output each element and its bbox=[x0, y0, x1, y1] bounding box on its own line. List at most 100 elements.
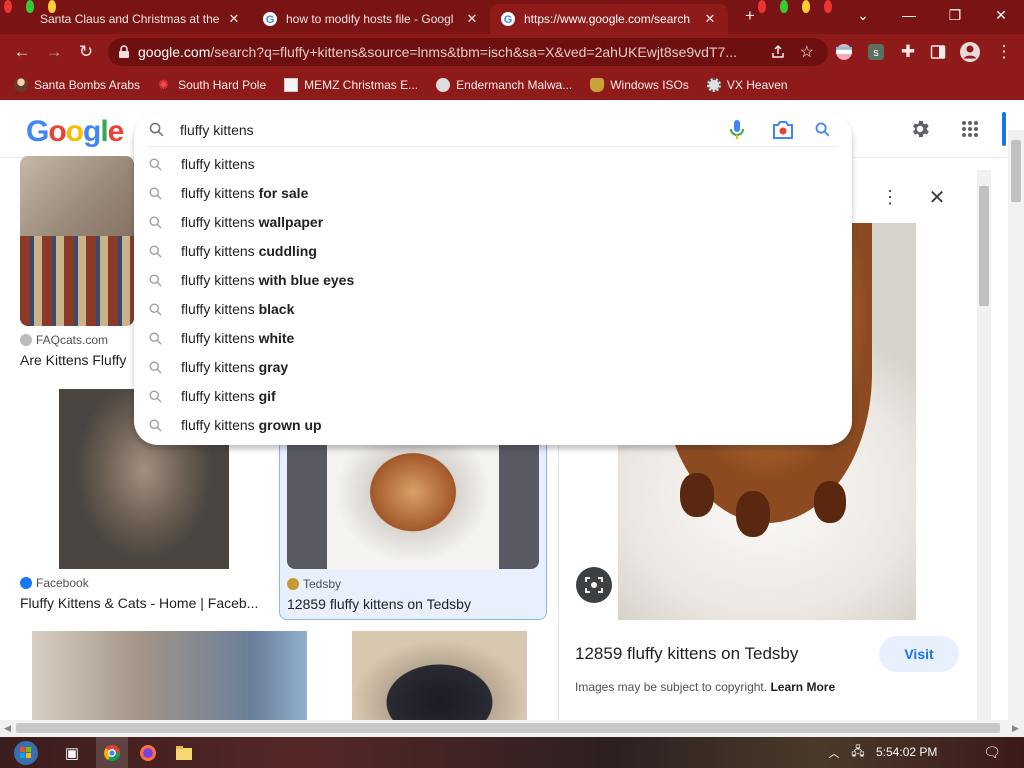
horizontal-scrollbar[interactable]: ◀ ▶ bbox=[0, 720, 1024, 737]
action-center-icon[interactable]: 🗨 bbox=[978, 737, 1006, 768]
search-input[interactable] bbox=[180, 119, 720, 141]
reload-icon[interactable]: ↻ bbox=[72, 38, 100, 66]
taskbar-chrome-icon[interactable] bbox=[96, 737, 128, 768]
bookmark-memz[interactable]: MEMZ Christmas E... bbox=[284, 78, 418, 92]
suggestion-item[interactable]: fluffy kittens cuddling bbox=[134, 237, 852, 266]
suggestion-text: fluffy kittens gif bbox=[181, 388, 276, 404]
suggestion-text: fluffy kittens wallpaper bbox=[181, 214, 323, 230]
restore-button[interactable]: ❐ bbox=[932, 0, 978, 30]
suggestion-completion: wallpaper bbox=[258, 214, 324, 230]
show-hidden-icons-chevron-icon[interactable]: ︿ bbox=[826, 737, 842, 768]
result-image-tabby-kitten[interactable] bbox=[32, 631, 307, 720]
logo-letter: o bbox=[65, 115, 84, 148]
bookmark-label: South Hard Pole bbox=[178, 78, 267, 92]
bookmark-vx-heaven[interactable]: VX Heaven bbox=[706, 78, 788, 92]
source-label: FAQcats.com bbox=[36, 333, 109, 347]
tab-close-icon[interactable]: ✕ bbox=[226, 11, 242, 27]
extension-flag-icon[interactable] bbox=[830, 38, 858, 66]
search-submit-icon[interactable] bbox=[814, 121, 831, 138]
task-view-icon[interactable]: ▣ bbox=[56, 737, 88, 768]
network-icon[interactable]: 🖧 bbox=[848, 737, 868, 768]
source-label: Tedsby bbox=[303, 577, 342, 591]
more-options-icon[interactable]: ⋮ bbox=[879, 186, 901, 208]
profile-avatar-icon[interactable] bbox=[956, 38, 984, 66]
side-panel-icon[interactable] bbox=[924, 38, 952, 66]
chrome-menu-icon[interactable]: ⋮ bbox=[990, 38, 1018, 66]
suggestion-completion: black bbox=[258, 301, 295, 317]
suggestion-item[interactable]: fluffy kittens gif bbox=[134, 382, 852, 411]
bookmark-santa-bombs[interactable]: Santa Bombs Arabs bbox=[14, 78, 140, 92]
result-source: FAQcats.com bbox=[20, 333, 108, 347]
taskbar-clock[interactable]: 5:54:02 PM bbox=[876, 745, 937, 759]
result-title[interactable]: Are Kittens Fluffy bbox=[20, 352, 134, 368]
suggestion-text: fluffy kittens white bbox=[181, 330, 294, 346]
bookmark-label: Windows ISOs bbox=[610, 78, 689, 92]
taskbar-firefox-icon[interactable] bbox=[132, 737, 164, 768]
page-vertical-scrollbar[interactable] bbox=[1008, 130, 1024, 720]
extensions-puzzle-icon[interactable]: ✚ bbox=[894, 38, 922, 66]
result-image-orange-kitten[interactable] bbox=[287, 441, 539, 569]
tab-close-icon[interactable]: ✕ bbox=[702, 11, 718, 27]
google-logo[interactable]: Google bbox=[26, 115, 125, 149]
back-arrow-icon[interactable]: ← bbox=[8, 38, 36, 66]
taskbar-file-explorer-icon[interactable] bbox=[168, 737, 200, 768]
close-window-button[interactable]: ✕ bbox=[978, 0, 1024, 30]
tab-search-chevron-icon[interactable]: ⌄ bbox=[840, 0, 886, 30]
result-title[interactable]: 12859 fluffy kittens on Tedsby bbox=[287, 596, 537, 612]
bookmark-endermanch[interactable]: Endermanch Malwa... bbox=[436, 78, 572, 92]
google-favicon-icon: G bbox=[263, 12, 277, 26]
tab-title: Santa Claus and Christmas at the bbox=[40, 12, 220, 26]
bookmark-label: MEMZ Christmas E... bbox=[304, 78, 419, 92]
address-bar[interactable]: google.com/search?q=fluffy+kittens&sourc… bbox=[108, 38, 828, 66]
start-button[interactable] bbox=[8, 737, 44, 768]
suggestion-prefix: fluffy kittens bbox=[181, 388, 259, 404]
url-path: /search?q=fluffy+kittens&source=lnms&tbm… bbox=[210, 44, 737, 60]
suggestion-text: fluffy kittens grown up bbox=[181, 417, 322, 433]
google-lens-icon[interactable] bbox=[576, 567, 612, 603]
suggestion-item[interactable]: fluffy kittens with blue eyes bbox=[134, 266, 852, 295]
suggestion-prefix: fluffy kittens bbox=[181, 156, 255, 172]
suggestion-item[interactable]: fluffy kittens bbox=[134, 150, 852, 179]
scroll-right-arrow-icon[interactable]: ▶ bbox=[1012, 723, 1019, 734]
result-image-plaid-kitten[interactable] bbox=[20, 156, 134, 326]
microphone-icon[interactable] bbox=[728, 119, 746, 141]
settings-gear-icon[interactable] bbox=[907, 116, 933, 142]
tab-hosts-file[interactable]: G how to modify hosts file - Googl ✕ bbox=[252, 4, 490, 34]
search-icon bbox=[149, 419, 162, 432]
learn-more-link[interactable]: Learn More bbox=[770, 680, 835, 694]
selected-result-card[interactable]: Tedsby 12859 fluffy kittens on Tedsby bbox=[279, 440, 547, 620]
logo-letter: e bbox=[107, 115, 125, 148]
minimize-button[interactable]: — bbox=[886, 0, 932, 30]
tab-close-icon[interactable]: ✕ bbox=[464, 11, 480, 27]
result-image-black-kitten[interactable] bbox=[352, 631, 527, 720]
suggestion-text: fluffy kittens for sale bbox=[181, 185, 308, 201]
result-title[interactable]: Fluffy Kittens & Cats - Home | Faceb... bbox=[20, 595, 262, 611]
bookmark-star-icon[interactable]: ☆ bbox=[800, 42, 814, 62]
suggestion-item[interactable]: fluffy kittens grown up bbox=[134, 411, 852, 440]
bookmark-windows-isos[interactable]: Windows ISOs bbox=[590, 78, 689, 92]
bookmark-south-hard-pole[interactable]: ✺ South Hard Pole bbox=[158, 78, 267, 93]
tab-google-search[interactable]: G https://www.google.com/search ✕ bbox=[490, 4, 728, 34]
search-autocomplete: fluffy kittens fluffy kittens for sale flu… bbox=[134, 113, 852, 445]
extension-s-icon[interactable]: s bbox=[862, 38, 890, 66]
scroll-left-arrow-icon[interactable]: ◀ bbox=[4, 723, 11, 734]
tab-santa-claus[interactable]: Santa Claus and Christmas at the ✕ bbox=[30, 4, 252, 34]
forward-arrow-icon[interactable]: → bbox=[40, 38, 68, 66]
tab-title: https://www.google.com/search bbox=[524, 12, 691, 26]
search-icon bbox=[149, 245, 162, 258]
close-panel-icon[interactable]: ✕ bbox=[925, 186, 949, 209]
search-icon bbox=[149, 122, 164, 137]
suggestion-item[interactable]: fluffy kittens gray bbox=[134, 353, 852, 382]
camera-lens-icon[interactable] bbox=[772, 120, 794, 140]
suggestion-item[interactable]: fluffy kittens black bbox=[134, 295, 852, 324]
logo-letter: g bbox=[83, 115, 101, 148]
google-apps-grid-icon[interactable] bbox=[957, 116, 983, 142]
visit-button[interactable]: Visit bbox=[879, 636, 959, 672]
suggestion-item[interactable]: fluffy kittens for sale bbox=[134, 179, 852, 208]
share-icon[interactable] bbox=[770, 44, 786, 60]
suggestion-item[interactable]: fluffy kittens wallpaper bbox=[134, 208, 852, 237]
bookmarks-bar: Santa Bombs Arabs ✺ South Hard Pole MEMZ… bbox=[0, 70, 1024, 100]
preview-panel-scrollbar[interactable] bbox=[977, 170, 991, 720]
suggestion-item[interactable]: fluffy kittens white bbox=[134, 324, 852, 353]
suggestion-completion: gif bbox=[258, 388, 276, 404]
